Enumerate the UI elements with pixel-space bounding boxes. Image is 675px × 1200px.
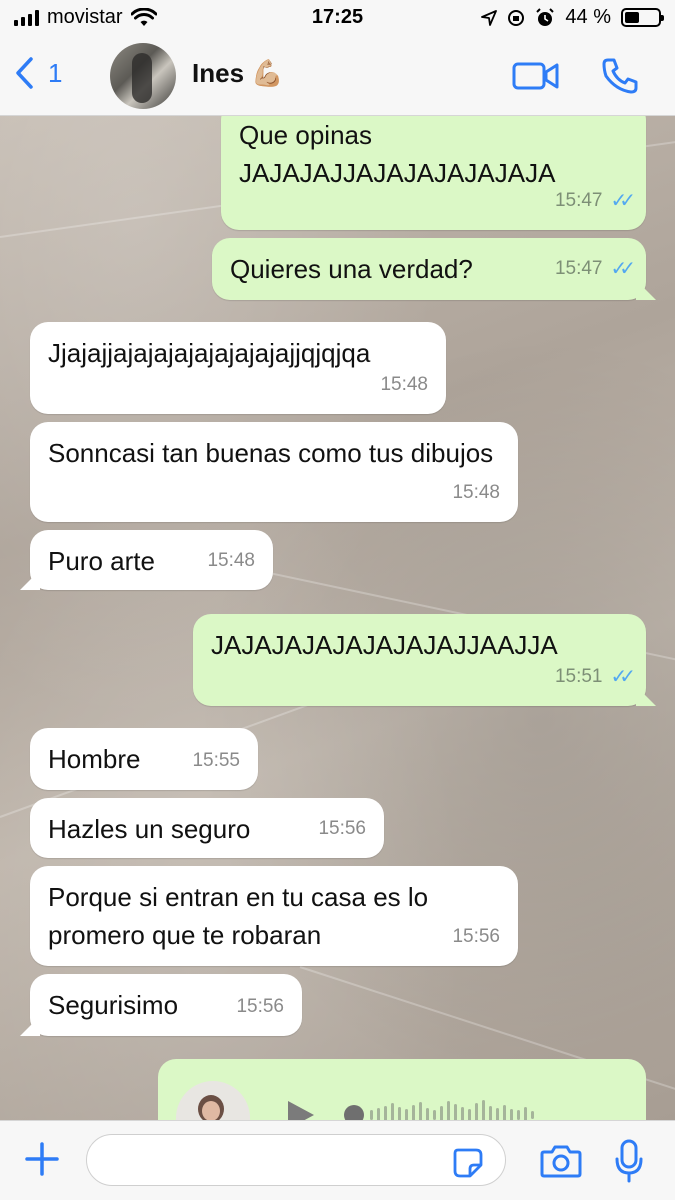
message-time: 15:47 <box>554 190 603 211</box>
plus-icon[interactable] <box>24 1141 60 1177</box>
waveform-bar <box>517 1110 520 1120</box>
message-bubble-incoming[interactable]: Porque si entran en tu casa es lo promer… <box>30 866 518 966</box>
camera-icon[interactable] <box>540 1143 582 1179</box>
play-icon[interactable] <box>288 1101 314 1120</box>
waveform-bar <box>412 1105 415 1120</box>
read-ticks-icon: ✓✓ <box>610 666 635 688</box>
waveform-bar <box>419 1102 422 1120</box>
voice-sender-avatar <box>176 1081 250 1120</box>
message-time: 15:56 <box>452 926 500 947</box>
message-bubble-incoming[interactable]: Hombre 15:55 <box>30 728 258 790</box>
battery-percent: 44 % <box>565 6 611 28</box>
message-time: 15:51 <box>554 666 603 687</box>
waveform-bar <box>391 1103 394 1120</box>
contact-name[interactable]: Ines 💪🏼 <box>192 58 284 89</box>
message-time: 15:48 <box>207 550 255 571</box>
read-ticks-icon: ✓✓ <box>610 190 635 212</box>
waveform-bar <box>454 1104 457 1120</box>
message-time: 15:56 <box>236 996 284 1017</box>
message-bubble-incoming[interactable]: Puro arte 15:48 <box>20 530 273 590</box>
waveform-bar <box>370 1110 373 1120</box>
waveform-bar <box>440 1106 443 1120</box>
input-bar <box>0 1120 675 1200</box>
read-ticks-icon: ✓✓ <box>610 258 635 280</box>
message-meta: 15:56 <box>452 918 500 956</box>
status-bar: movistar 17:25 44 % <box>0 0 675 38</box>
waveform-bar <box>426 1108 429 1120</box>
waveform-bar <box>398 1107 401 1120</box>
message-bubble-outgoing[interactable]: JAJAJAJAJAJAJAJAJJAAJJA 15:51 ✓✓ <box>193 614 656 706</box>
location-arrow-icon <box>481 9 498 26</box>
message-meta: 15:55 <box>192 742 240 780</box>
back-button[interactable]: 1 <box>14 56 62 90</box>
message-meta: 15:48 <box>380 366 428 404</box>
message-meta: 15:48 <box>452 474 500 512</box>
waveform-bar <box>503 1105 506 1120</box>
video-call-icon[interactable] <box>512 60 560 92</box>
contact-avatar[interactable] <box>110 43 176 109</box>
message-time: 15:47 <box>554 258 603 279</box>
message-text: Hazles un seguro <box>48 814 251 844</box>
voice-message-bubble[interactable] <box>158 1059 646 1120</box>
message-time: 15:48 <box>380 374 428 395</box>
waveform-bar <box>496 1108 499 1120</box>
contact-emoji: 💪🏼 <box>251 59 284 89</box>
message-text: Hombre <box>48 744 141 774</box>
chat-header: 1 Ines 💪🏼 <box>0 38 675 116</box>
message-time: 15:55 <box>192 750 240 771</box>
waveform-bar <box>510 1109 513 1120</box>
message-bubble-incoming[interactable]: Sonncasi tan buenas como tus dibujos 15:… <box>30 422 518 522</box>
waveform-bar <box>482 1100 485 1120</box>
message-meta: 15:47 ✓✓ <box>554 250 636 288</box>
message-text: Que opinas JAJAJAJJAJAJAJAJAJAJA <box>239 120 556 188</box>
microphone-icon[interactable] <box>614 1139 644 1183</box>
waveform-bar <box>433 1110 436 1120</box>
contact-name-text: Ines <box>192 58 245 88</box>
message-text: Quieres una verdad? <box>230 254 473 284</box>
waveform-bar <box>524 1107 527 1120</box>
rotation-lock-icon <box>508 9 525 26</box>
message-meta: 15:56 <box>318 810 366 848</box>
waveform-bar <box>489 1106 492 1120</box>
message-meta: 15:47 ✓✓ <box>554 182 636 220</box>
message-bubble-outgoing[interactable]: Quieres una verdad? 15:47 ✓✓ <box>212 238 656 300</box>
waveform-bar <box>384 1106 387 1120</box>
message-meta: 15:48 <box>207 542 255 580</box>
phone-icon[interactable] <box>600 56 640 96</box>
waveform-bar <box>447 1101 450 1120</box>
message-text: Porque si entran en tu casa es lo promer… <box>48 882 429 950</box>
waveform-bar <box>461 1107 464 1120</box>
alarm-icon <box>536 7 555 26</box>
message-input[interactable] <box>86 1134 506 1186</box>
message-meta: 15:56 <box>236 988 284 1026</box>
playback-scrubber[interactable] <box>344 1105 364 1120</box>
battery-fill <box>625 12 639 23</box>
message-bubble-incoming[interactable]: Segurisimo 15:56 <box>20 974 302 1036</box>
message-text: Jjajajjajajajajajajajajajjqjqjqa <box>48 338 371 368</box>
unread-count: 1 <box>48 57 63 88</box>
audio-waveform[interactable] <box>370 1093 534 1120</box>
battery-icon <box>621 8 664 27</box>
status-right: 44 % <box>481 6 664 29</box>
chat-area[interactable]: Que opinas JAJAJAJJAJAJAJAJAJAJA 15:47 ✓… <box>0 116 675 1120</box>
sticker-icon[interactable] <box>452 1147 484 1179</box>
message-bubble-outgoing[interactable]: Que opinas JAJAJAJJAJAJAJAJAJAJA 15:47 ✓… <box>221 116 646 230</box>
message-meta: 15:51 ✓✓ <box>554 658 636 696</box>
waveform-bar <box>405 1109 408 1120</box>
message-bubble-incoming[interactable]: Hazles un seguro 15:56 <box>30 798 384 858</box>
message-bubble-incoming[interactable]: Jjajajjajajajajajajajajajjqjqjqa 15:48 <box>30 322 446 414</box>
waveform-bar <box>475 1103 478 1120</box>
message-time: 15:48 <box>452 482 500 503</box>
message-text: Puro arte <box>48 546 155 576</box>
back-chevron-icon <box>16 57 33 89</box>
message-time: 15:56 <box>318 818 366 839</box>
message-text: JAJAJAJAJAJAJAJAJJAAJJA <box>211 630 558 660</box>
waveform-bar <box>468 1109 471 1120</box>
message-text: Sonncasi tan buenas como tus dibujos <box>48 438 494 468</box>
message-text: Segurisimo <box>48 990 179 1020</box>
waveform-bar <box>377 1108 380 1120</box>
waveform-bar <box>531 1111 534 1119</box>
